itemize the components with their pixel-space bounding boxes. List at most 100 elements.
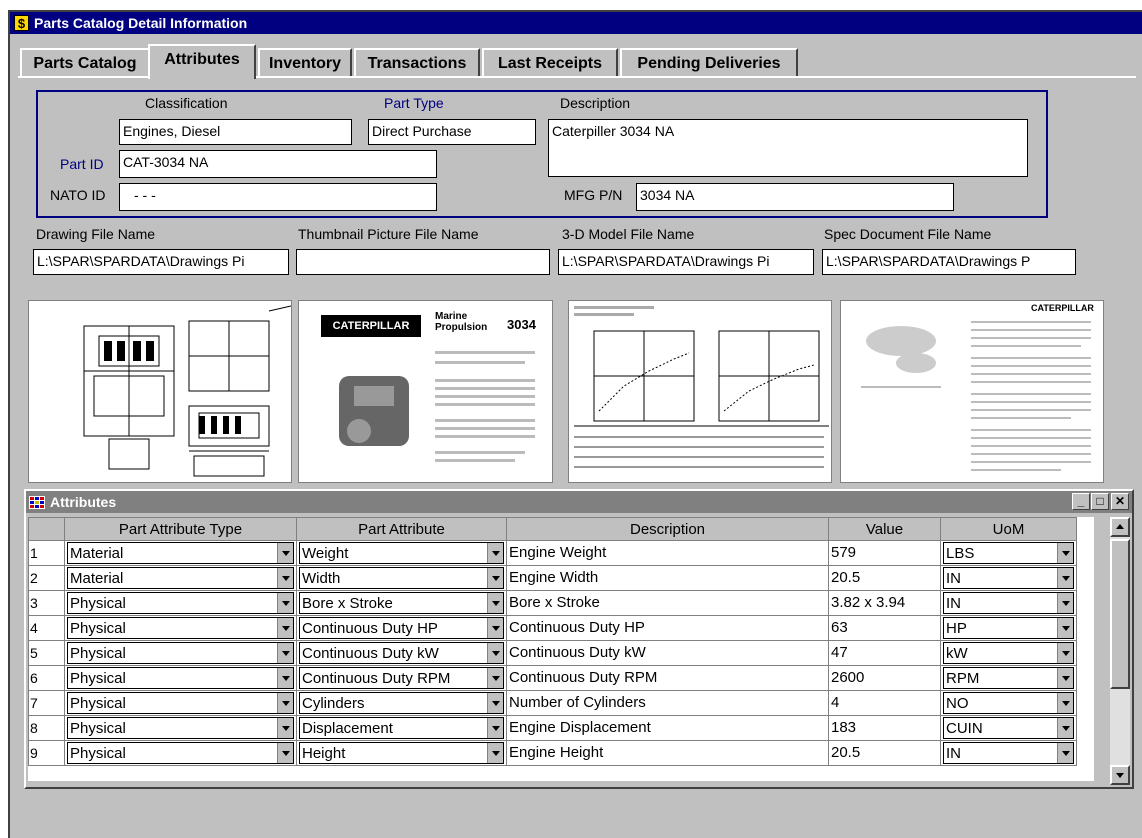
- row-number-cell[interactable]: 4: [28, 615, 65, 641]
- description-cell[interactable]: Continuous Duty kW: [506, 640, 829, 666]
- row-number-value[interactable]: 6: [30, 667, 62, 689]
- uom-dropdown[interactable]: IN: [943, 592, 1074, 614]
- attribute-type-dropdown[interactable]: Material: [67, 567, 294, 589]
- tab-attributes[interactable]: Attributes: [148, 44, 256, 79]
- value-cell[interactable]: 20.5: [828, 740, 941, 766]
- chevron-down-icon[interactable]: [487, 743, 503, 763]
- chevron-down-icon[interactable]: [277, 593, 293, 613]
- chevron-down-icon[interactable]: [277, 543, 293, 563]
- row-number-value[interactable]: 9: [30, 742, 62, 764]
- attribute-cell[interactable]: Continuous Duty RPM: [296, 665, 507, 691]
- attribute-type-cell[interactable]: Physical: [64, 715, 297, 741]
- chevron-down-icon[interactable]: [1057, 743, 1073, 763]
- minimize-button[interactable]: _: [1072, 493, 1090, 510]
- attribute-type-dropdown[interactable]: Material: [67, 542, 294, 564]
- value-value[interactable]: 20.5: [831, 567, 938, 589]
- attribute-type-dropdown[interactable]: Physical: [67, 642, 294, 664]
- col-header-description[interactable]: Description: [506, 517, 829, 541]
- value-cell[interactable]: 63: [828, 615, 941, 641]
- col-header-type[interactable]: Part Attribute Type: [64, 517, 297, 541]
- nato-id-field[interactable]: - - -: [119, 183, 437, 211]
- attribute-cell[interactable]: Bore x Stroke: [296, 590, 507, 616]
- value-value[interactable]: 47: [831, 642, 938, 664]
- chevron-down-icon[interactable]: [487, 618, 503, 638]
- uom-dropdown[interactable]: HP: [943, 617, 1074, 639]
- uom-cell[interactable]: kW: [940, 640, 1077, 666]
- chevron-down-icon[interactable]: [277, 668, 293, 688]
- table-row[interactable]: 9 Physical Height Engine Height 20.5 IN: [28, 740, 1077, 766]
- col-header-value[interactable]: Value: [828, 517, 941, 541]
- scroll-up-button[interactable]: [1110, 517, 1130, 537]
- tab-transactions[interactable]: Transactions: [354, 48, 480, 78]
- description-value[interactable]: Number of Cylinders: [509, 692, 826, 714]
- chevron-down-icon[interactable]: [1057, 643, 1073, 663]
- attribute-cell[interactable]: Weight: [296, 540, 507, 566]
- table-row[interactable]: 5 Physical Continuous Duty kW Continuous Du…: [28, 640, 1077, 666]
- row-number-cell[interactable]: 3: [28, 590, 65, 616]
- uom-dropdown[interactable]: NO: [943, 692, 1074, 714]
- col-header-uom[interactable]: UoM: [940, 517, 1077, 541]
- attribute-dropdown[interactable]: Weight: [299, 542, 504, 564]
- col-header-attribute[interactable]: Part Attribute: [296, 517, 507, 541]
- row-number-value[interactable]: 4: [30, 617, 62, 639]
- chevron-down-icon[interactable]: [1057, 668, 1073, 688]
- row-number-value[interactable]: 7: [30, 692, 62, 714]
- table-row[interactable]: 8 Physical Displacement Engine Displacement…: [28, 715, 1077, 741]
- attribute-dropdown[interactable]: Width: [299, 567, 504, 589]
- description-value[interactable]: Engine Weight: [509, 542, 826, 564]
- attribute-type-cell[interactable]: Physical: [64, 665, 297, 691]
- chevron-down-icon[interactable]: [277, 693, 293, 713]
- spec-thumbnail[interactable]: CATERPILLAR: [840, 300, 1104, 483]
- attribute-dropdown[interactable]: Displacement: [299, 717, 504, 739]
- uom-dropdown[interactable]: IN: [943, 567, 1074, 589]
- attribute-type-cell[interactable]: Physical: [64, 640, 297, 666]
- attribute-cell[interactable]: Continuous Duty HP: [296, 615, 507, 641]
- description-cell[interactable]: Engine Width: [506, 565, 829, 591]
- attribute-dropdown[interactable]: Height: [299, 742, 504, 764]
- value-value[interactable]: 20.5: [831, 742, 938, 764]
- chevron-down-icon[interactable]: [277, 568, 293, 588]
- attribute-cell[interactable]: Displacement: [296, 715, 507, 741]
- tab-pending-deliveries[interactable]: Pending Deliveries: [620, 48, 798, 78]
- attribute-dropdown[interactable]: Cylinders: [299, 692, 504, 714]
- attribute-type-dropdown[interactable]: Physical: [67, 717, 294, 739]
- description-value[interactable]: Continuous Duty kW: [509, 642, 826, 664]
- description-value[interactable]: Engine Displacement: [509, 717, 826, 739]
- attribute-dropdown[interactable]: Continuous Duty RPM: [299, 667, 504, 689]
- tab-inventory[interactable]: Inventory: [258, 48, 352, 78]
- chevron-down-icon[interactable]: [1057, 593, 1073, 613]
- row-number-value[interactable]: 5: [30, 642, 62, 664]
- uom-cell[interactable]: NO: [940, 690, 1077, 716]
- row-number-cell[interactable]: 9: [28, 740, 65, 766]
- attribute-type-dropdown[interactable]: Physical: [67, 667, 294, 689]
- value-value[interactable]: 63: [831, 617, 938, 639]
- chevron-down-icon[interactable]: [487, 543, 503, 563]
- chevron-down-icon[interactable]: [277, 743, 293, 763]
- attribute-type-dropdown[interactable]: Physical: [67, 592, 294, 614]
- table-row[interactable]: 1 Material Weight Engine Weight 579 LBS: [28, 540, 1077, 566]
- description-cell[interactable]: Number of Cylinders: [506, 690, 829, 716]
- row-number-cell[interactable]: 8: [28, 715, 65, 741]
- attribute-type-dropdown[interactable]: Physical: [67, 742, 294, 764]
- attribute-cell[interactable]: Continuous Duty kW: [296, 640, 507, 666]
- table-row[interactable]: 3 Physical Bore x Stroke Bore x Stroke 3.82 …: [28, 590, 1077, 616]
- close-button[interactable]: ✕: [1111, 493, 1129, 510]
- drawing-thumbnail[interactable]: [28, 300, 292, 483]
- description-cell[interactable]: Continuous Duty RPM: [506, 665, 829, 691]
- chevron-down-icon[interactable]: [1057, 543, 1073, 563]
- attribute-type-dropdown[interactable]: Physical: [67, 617, 294, 639]
- row-number-cell[interactable]: 5: [28, 640, 65, 666]
- value-value[interactable]: 2600: [831, 667, 938, 689]
- scroll-thumb[interactable]: [1110, 539, 1130, 689]
- row-number-cell[interactable]: 2: [28, 565, 65, 591]
- chevron-down-icon[interactable]: [1057, 618, 1073, 638]
- description-cell[interactable]: Engine Displacement: [506, 715, 829, 741]
- value-value[interactable]: 3.82 x 3.94: [831, 592, 938, 614]
- uom-cell[interactable]: RPM: [940, 665, 1077, 691]
- row-number-cell[interactable]: 1: [28, 540, 65, 566]
- value-value[interactable]: 579: [831, 542, 938, 564]
- chevron-down-icon[interactable]: [1057, 718, 1073, 738]
- chevron-down-icon[interactable]: [487, 718, 503, 738]
- uom-dropdown[interactable]: CUIN: [943, 717, 1074, 739]
- description-cell[interactable]: Engine Weight: [506, 540, 829, 566]
